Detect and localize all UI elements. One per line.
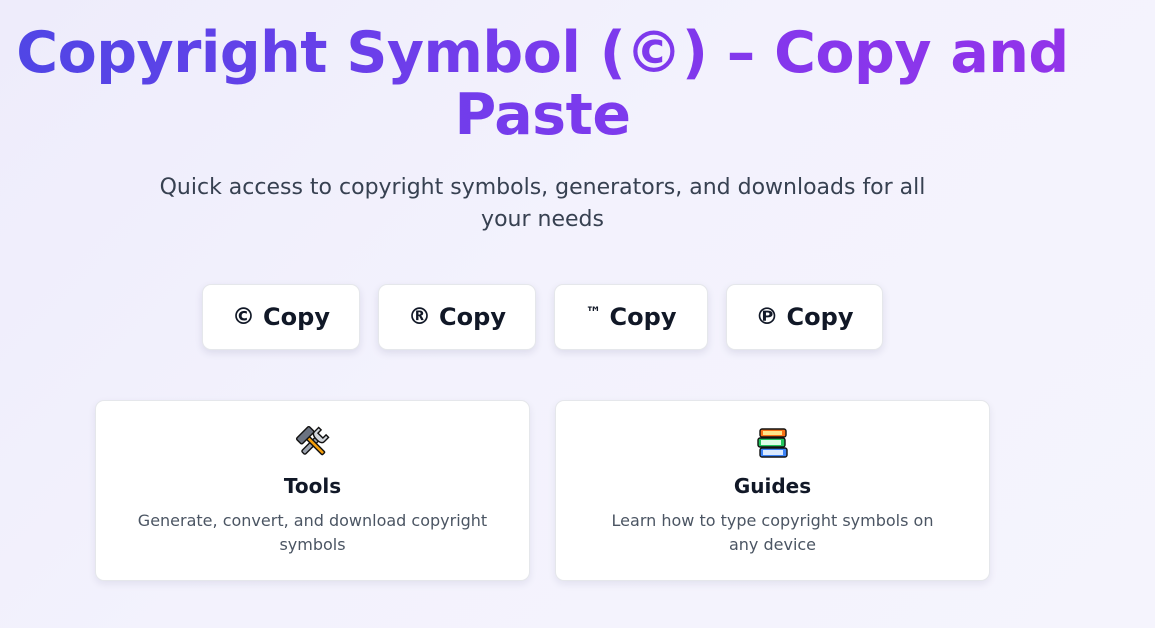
hero: Copyright Symbol (©) – Copy and Paste bbox=[0, 22, 1085, 146]
page-subtitle: Quick access to copyright symbols, gener… bbox=[159, 175, 926, 232]
trademark-symbol: ™ bbox=[585, 302, 602, 322]
books-icon bbox=[556, 425, 989, 461]
card-description: Learn how to type copyright symbols on a… bbox=[611, 511, 934, 554]
guides-card[interactable]: Guides Learn how to type copyright symbo… bbox=[555, 400, 990, 581]
sound-recording-symbol: ℗ bbox=[755, 304, 779, 330]
page-title: Copyright Symbol (©) – Copy and Paste bbox=[0, 22, 1085, 146]
tools-icon bbox=[96, 425, 529, 461]
tools-card[interactable]: Tools Generate, convert, and download co… bbox=[95, 400, 530, 581]
copy-label: Copy bbox=[786, 303, 854, 331]
copy-trademark-button[interactable]: ™ Copy bbox=[554, 284, 708, 350]
copy-label: Copy bbox=[609, 303, 677, 331]
registered-symbol: ® bbox=[408, 304, 432, 330]
card-title: Guides bbox=[733, 474, 812, 498]
copyright-symbol: © bbox=[232, 304, 256, 330]
copy-registered-button[interactable]: ® Copy bbox=[378, 284, 536, 350]
card-description: Generate, convert, and download copyrigh… bbox=[137, 511, 488, 554]
copy-label: Copy bbox=[263, 303, 330, 331]
copy-copyright-button[interactable]: © Copy bbox=[202, 284, 360, 350]
copy-label: Copy bbox=[439, 303, 506, 331]
card-title: Tools bbox=[283, 474, 342, 498]
copy-sound-recording-button[interactable]: ℗ Copy bbox=[726, 284, 883, 350]
